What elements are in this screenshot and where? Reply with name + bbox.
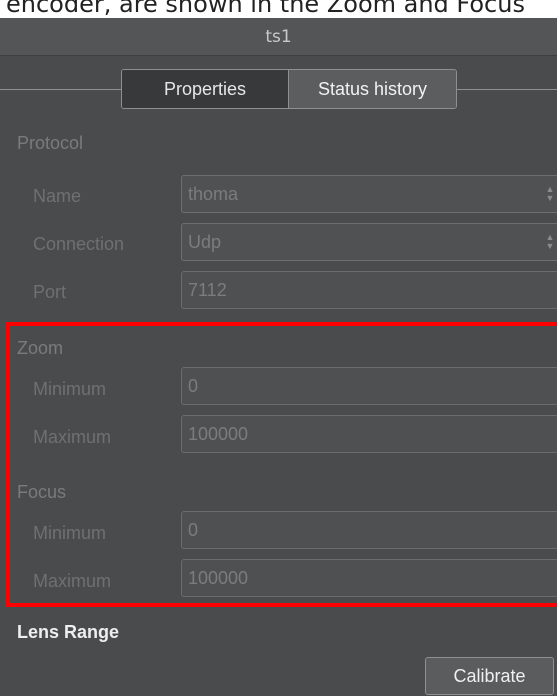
calibrate-button[interactable]: Calibrate	[425, 657, 554, 695]
highlight-box	[6, 322, 557, 607]
connection-label: Connection	[33, 234, 125, 254]
name-value: thoma	[188, 184, 239, 204]
name-select[interactable]: thoma ▲ ▼	[181, 175, 557, 213]
properties-panel: ts1 Properties Status history Protocol N…	[0, 18, 557, 696]
panel-title: ts1	[0, 18, 557, 56]
tab-divider-right	[457, 89, 557, 90]
updown-spinner-icon: ▲ ▼	[545, 232, 555, 251]
tab-bar: Properties Status history	[121, 69, 457, 109]
protocol-heading: Protocol	[17, 133, 84, 153]
tab-status-history[interactable]: Status history	[288, 70, 456, 108]
port-value: 7112	[188, 280, 227, 300]
port-input[interactable]: 7112	[181, 271, 557, 309]
connection-select[interactable]: Udp ▲ ▼	[181, 223, 557, 261]
connection-value: Udp	[188, 232, 222, 252]
lens-range-heading: Lens Range	[17, 622, 120, 642]
tab-divider-left	[0, 89, 122, 90]
name-label: Name	[33, 186, 82, 206]
tab-properties[interactable]: Properties	[122, 70, 288, 108]
port-label: Port	[33, 282, 67, 302]
updown-spinner-icon: ▲ ▼	[545, 184, 555, 203]
caption-text: encoder, are shown in the Zoom and Focus	[6, 0, 525, 18]
